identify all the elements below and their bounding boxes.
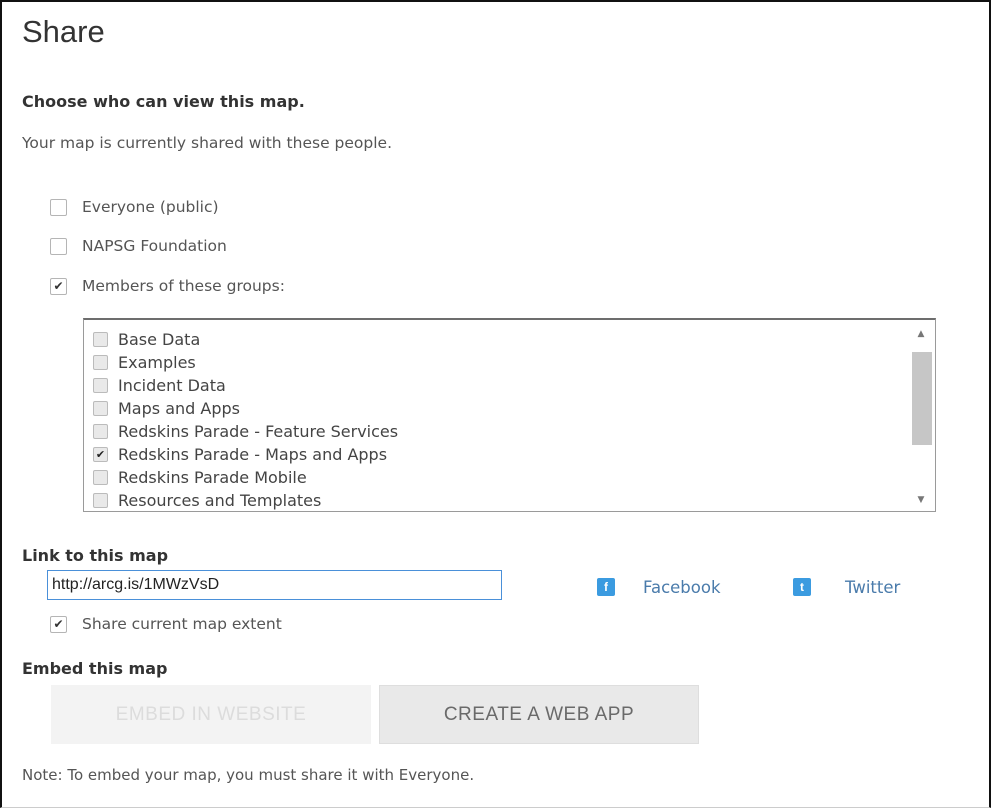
group-item[interactable]: Incident Data xyxy=(93,374,226,396)
scroll-down-icon[interactable]: ▼ xyxy=(909,490,933,510)
group-checkbox[interactable] xyxy=(93,331,108,347)
link-heading: Link to this map xyxy=(22,546,169,565)
group-label: Examples xyxy=(118,352,196,372)
option-groups[interactable]: ✔ Members of these groups: xyxy=(50,275,285,297)
create-web-app-button[interactable]: CREATE A WEB APP xyxy=(379,685,699,744)
group-checkbox[interactable]: ✔ xyxy=(93,446,108,462)
embed-heading: Embed this map xyxy=(22,659,168,678)
twitter-icon: t xyxy=(793,578,811,596)
twitter-share-link[interactable]: t Twitter xyxy=(793,575,900,599)
scrollbar-thumb[interactable] xyxy=(912,352,932,445)
group-item[interactable]: Redskins Parade - Feature Services xyxy=(93,420,398,442)
facebook-share-link[interactable]: f Facebook xyxy=(597,575,721,599)
share-extent-checkbox[interactable]: ✔ xyxy=(50,615,67,633)
option-organization[interactable]: NAPSG Foundation xyxy=(50,235,227,257)
groups-checkbox[interactable]: ✔ xyxy=(50,277,67,295)
group-checkbox[interactable] xyxy=(93,354,108,370)
group-checkbox[interactable] xyxy=(93,469,108,485)
group-label: Redskins Parade Mobile xyxy=(118,467,307,487)
organization-checkbox[interactable] xyxy=(50,237,67,255)
group-item[interactable]: Redskins Parade Mobile xyxy=(93,466,307,488)
choose-viewers-heading: Choose who can view this map. xyxy=(22,92,305,111)
group-label: Redskins Parade - Maps and Apps xyxy=(118,444,388,464)
group-checkbox[interactable] xyxy=(93,400,108,416)
scroll-up-icon[interactable]: ▲ xyxy=(909,324,933,344)
embed-note: Note: To embed your map, you must share … xyxy=(22,766,475,784)
group-list-scrollbar[interactable]: ▲ ▼ xyxy=(909,324,933,510)
group-label: Incident Data xyxy=(118,375,226,395)
facebook-label: Facebook xyxy=(643,577,721,597)
share-extent-label: Share current map extent xyxy=(82,615,282,633)
group-item[interactable]: Examples xyxy=(93,351,196,373)
facebook-icon: f xyxy=(597,578,615,596)
dialog-title: Share xyxy=(22,14,105,49)
group-item[interactable]: ✔ Redskins Parade - Maps and Apps xyxy=(93,443,387,465)
group-label: Redskins Parade - Feature Services xyxy=(118,421,399,441)
group-item[interactable]: Base Data xyxy=(93,328,200,350)
group-list[interactable]: Base Data Examples Incident Data Maps an… xyxy=(83,318,936,512)
organization-label: NAPSG Foundation xyxy=(82,237,227,255)
everyone-label: Everyone (public) xyxy=(82,198,219,216)
group-item[interactable]: Maps and Apps xyxy=(93,397,240,419)
group-label: Base Data xyxy=(118,329,201,349)
share-dialog: Share Choose who can view this map. Your… xyxy=(0,0,991,808)
everyone-checkbox[interactable] xyxy=(50,198,67,216)
group-checkbox[interactable] xyxy=(93,377,108,393)
group-label: Maps and Apps xyxy=(118,398,240,418)
group-checkbox[interactable] xyxy=(93,423,108,439)
twitter-label: Twitter xyxy=(845,577,901,597)
share-extent-option[interactable]: ✔ Share current map extent xyxy=(50,613,282,635)
option-everyone[interactable]: Everyone (public) xyxy=(50,196,219,218)
group-label: Resources and Templates xyxy=(118,490,322,510)
shared-status-text: Your map is currently shared with these … xyxy=(22,134,392,152)
group-checkbox[interactable] xyxy=(93,492,108,508)
group-item[interactable]: Resources and Templates xyxy=(93,489,321,511)
embed-in-website-button[interactable]: EMBED IN WEBSITE xyxy=(51,685,371,744)
groups-label: Members of these groups: xyxy=(82,277,285,295)
map-link-input[interactable] xyxy=(47,570,502,600)
